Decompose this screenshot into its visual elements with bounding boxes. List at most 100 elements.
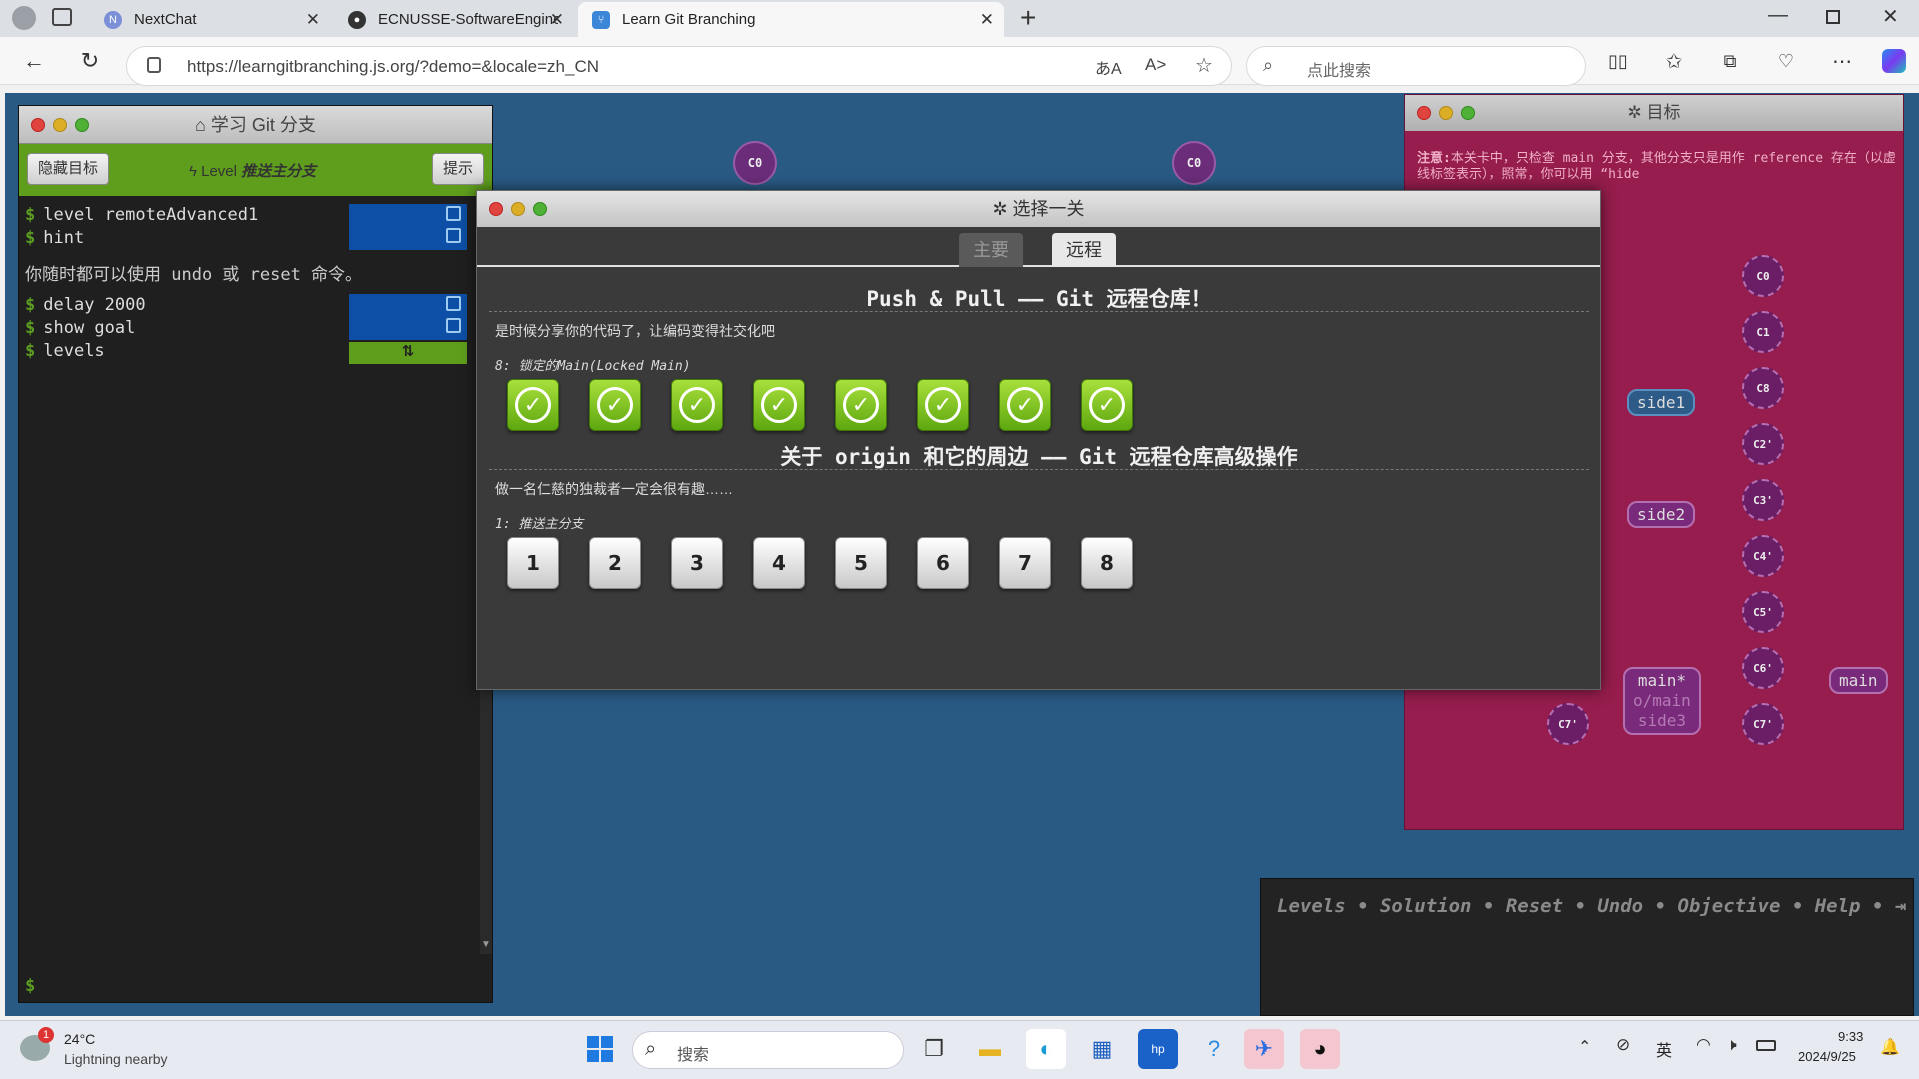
store-icon[interactable]: ▦ (1082, 1029, 1122, 1069)
file-explorer-icon[interactable]: ▬ (970, 1029, 1010, 1069)
close-light-icon[interactable] (1417, 106, 1431, 120)
reset-link[interactable]: Reset (1506, 895, 1563, 917)
browser-essentials-icon[interactable]: ♡ (1770, 45, 1802, 77)
objective-link[interactable]: Objective (1677, 895, 1780, 917)
level-1-button[interactable]: 1 (507, 537, 559, 589)
command-line: $ levels (25, 341, 105, 361)
command-status-box (349, 294, 467, 340)
lock-icon (147, 57, 161, 73)
level-7-completed-button[interactable]: ✓ (999, 379, 1051, 431)
tab-remote[interactable]: 远程 (1052, 233, 1116, 267)
favorite-star-icon[interactable]: ☆ (1195, 53, 1213, 78)
goal-commit: C8 (1742, 367, 1784, 409)
refresh-icon[interactable]: ↻ (74, 45, 106, 77)
tab-github[interactable]: ● ECNUSSE-SoftwareEngineering/a ✕ (334, 2, 574, 37)
close-window-button[interactable]: ✕ (1882, 4, 1899, 29)
goal-branch-label: main (1829, 667, 1888, 694)
wifi-icon[interactable]: ◠ (1696, 1035, 1711, 1055)
volume-muted-icon[interactable]: 🕨 (1726, 1035, 1737, 1055)
start-icon[interactable] (580, 1029, 620, 1069)
more-icon[interactable]: ⋯ (1826, 45, 1858, 77)
notification-bell-icon[interactable]: 🔔 (1880, 1037, 1900, 1057)
checkmark-icon: ✓ (1007, 387, 1043, 423)
dialog-tabs: 主要 远程 (477, 227, 1600, 267)
close-light-icon[interactable] (489, 202, 503, 216)
tab-actions-icon[interactable] (52, 8, 72, 26)
read-aloud-icon[interactable]: A˃ (1145, 55, 1166, 75)
level-2-completed-button[interactable]: ✓ (589, 379, 641, 431)
level-1-completed-button[interactable]: ✓ (507, 379, 559, 431)
maximize-light-icon[interactable] (533, 202, 547, 216)
collections-icon[interactable]: ⧉ (1714, 45, 1746, 77)
exit-icon[interactable]: ⇥ (1895, 895, 1906, 917)
level-2-button[interactable]: 2 (589, 537, 641, 589)
prompt-line[interactable]: $ (25, 976, 43, 996)
weather-temp[interactable]: 24°C (64, 1031, 95, 1047)
edge-icon[interactable]: ◐ (1026, 1029, 1066, 1069)
level-4-completed-button[interactable]: ✓ (753, 379, 805, 431)
copilot-icon[interactable] (1878, 45, 1910, 77)
level-7-button[interactable]: 7 (999, 537, 1051, 589)
minimize-light-icon[interactable] (53, 118, 67, 132)
weather-desc[interactable]: Lightning nearby (64, 1051, 168, 1067)
help-icon[interactable]: ? (1194, 1029, 1234, 1069)
level-8-completed-button[interactable]: ✓ (1081, 379, 1133, 431)
help-link[interactable]: Help (1815, 895, 1861, 917)
ime-indicator[interactable]: 英 (1656, 1037, 1672, 1061)
battery-icon[interactable] (1756, 1040, 1776, 1051)
close-icon[interactable]: ✕ (980, 10, 994, 30)
commit-node[interactable]: C0 (1172, 141, 1216, 185)
myhp-icon[interactable]: hp (1138, 1029, 1178, 1069)
level-4-button[interactable]: 4 (753, 537, 805, 589)
commit-node[interactable]: C0 (733, 141, 777, 185)
restore-button[interactable] (1826, 10, 1840, 24)
favorites-icon[interactable]: ✩ (1658, 45, 1690, 77)
profile-icon[interactable] (12, 6, 36, 30)
hide-goal-button[interactable]: 隐藏目标 (27, 153, 110, 185)
qq-icon[interactable]: ◕ (1300, 1029, 1340, 1069)
chevron-up-icon[interactable]: ⌃ (1578, 1037, 1591, 1057)
close-light-icon[interactable] (31, 118, 45, 132)
levels-link[interactable]: Levels (1277, 895, 1346, 917)
back-icon[interactable]: ← (18, 45, 50, 77)
level-6-completed-button[interactable]: ✓ (917, 379, 969, 431)
section-description: 做一名仁慈的独裁者一定会很有趣…… (495, 481, 733, 497)
minimize-button[interactable]: — (1768, 4, 1788, 27)
maximize-light-icon[interactable] (1461, 106, 1475, 120)
section-heading: Push & Pull —— Git 远程仓库！ (866, 287, 1212, 311)
new-tab-button[interactable]: + (1020, 2, 1036, 34)
close-icon[interactable]: ✕ (550, 10, 564, 30)
minimize-light-icon[interactable] (511, 202, 525, 216)
tab-main[interactable]: 主要 (959, 233, 1023, 267)
translate-icon[interactable]: あA (1095, 55, 1122, 79)
tab-learn-git-branching[interactable]: ⑂ Learn Git Branching ✕ (578, 2, 1004, 37)
app-icon[interactable]: ✈ (1244, 1029, 1284, 1069)
hint-button[interactable]: 提示 (431, 153, 484, 185)
level-3-completed-button[interactable]: ✓ (671, 379, 723, 431)
network-off-icon[interactable]: ⊘ (1616, 1035, 1630, 1055)
level-8-button[interactable]: 8 (1081, 537, 1133, 589)
level-6-button[interactable]: 6 (917, 537, 969, 589)
level-5-completed-button[interactable]: ✓ (835, 379, 887, 431)
level-5-button[interactable]: 5 (835, 537, 887, 589)
clock-date[interactable]: 2024/9/25 (1798, 1049, 1856, 1064)
nextchat-icon: N (104, 10, 122, 29)
dialog-titlebar: ✲ 选择一关 (477, 191, 1600, 227)
close-icon[interactable]: ✕ (306, 10, 320, 30)
minimize-light-icon[interactable] (1439, 106, 1453, 120)
undo-link[interactable]: Undo (1597, 895, 1643, 917)
task-view-icon[interactable]: ❐ (914, 1029, 954, 1069)
solution-link[interactable]: Solution (1380, 895, 1472, 917)
command-running-box: ⇅ (349, 342, 467, 364)
level-3-button[interactable]: 3 (671, 537, 723, 589)
command-line: $ level remoteAdvanced1 (25, 205, 259, 225)
search-input[interactable]: ⌕ 点此搜索 (1246, 46, 1586, 86)
clock-time[interactable]: 9:33 (1838, 1029, 1863, 1044)
checkbox-icon (446, 206, 461, 221)
taskbar-search[interactable]: ⌕ 搜索 (632, 1031, 904, 1069)
split-screen-icon[interactable]: ▯▯ (1602, 45, 1634, 77)
url-field[interactable]: https://learngitbranching.js.org/?demo=&… (126, 46, 1232, 86)
maximize-light-icon[interactable] (75, 118, 89, 132)
tab-nextchat[interactable]: N NextChat ✕ (90, 2, 330, 37)
command-status-box (349, 204, 467, 250)
